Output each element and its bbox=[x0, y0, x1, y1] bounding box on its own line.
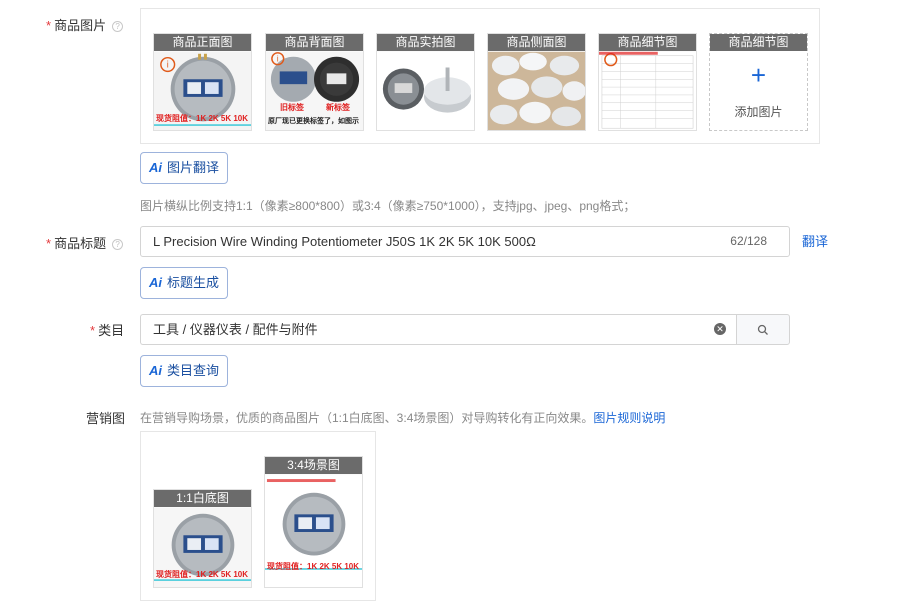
product-title-label: * 商品标题? bbox=[46, 233, 124, 252]
image-thumb-real[interactable]: 商品实拍图 bbox=[376, 33, 475, 131]
price-overlay: 现货阻值：1K 2K 5K 10K bbox=[156, 570, 249, 579]
image-thumb-back[interactable]: 商品背面图 i 旧标签 新标签 原厂现已更换标签了，如图示 bbox=[265, 33, 364, 131]
question-circle-icon[interactable]: ? bbox=[112, 21, 124, 32]
clear-icon[interactable]: ✕ bbox=[714, 323, 726, 335]
thumb-caption: 商品细节图 bbox=[710, 34, 807, 51]
plus-icon: + bbox=[750, 60, 767, 90]
required-mark: * bbox=[46, 236, 52, 251]
add-image-button[interactable]: 商品细节图 + 添加图片 bbox=[709, 33, 808, 131]
required-mark: * bbox=[90, 323, 96, 338]
image-thumb-side[interactable]: 商品侧面图 bbox=[487, 33, 586, 131]
image-rules-link[interactable]: 图片规则说明 bbox=[593, 411, 665, 425]
thumb-caption: 商品背面图 bbox=[266, 34, 363, 51]
product-photo-real bbox=[377, 51, 474, 130]
marketing-thumb-square[interactable]: 1:1白底图 现货阻值：1K 2K 5K 10K bbox=[153, 489, 252, 588]
question-circle-icon[interactable]: ? bbox=[112, 239, 124, 250]
category-label: * 类目 bbox=[90, 323, 125, 338]
category-search-button[interactable] bbox=[736, 314, 790, 345]
search-icon bbox=[757, 324, 768, 335]
marketing-image-panel: 1:1白底图 现货阻值：1K 2K 5K 10K 3:4场景图 现货阻值：1K … bbox=[140, 431, 376, 601]
add-image-label: 添加图片 bbox=[734, 105, 783, 119]
new-label-tag: 新标签 bbox=[326, 103, 350, 112]
marketing-image-label: 营销图 bbox=[86, 411, 126, 426]
thumb-caption: 商品正面图 bbox=[154, 34, 251, 51]
title-char-counter: 62/128 bbox=[730, 234, 767, 248]
price-overlay: 现货阻值：1K 2K 5K 10K bbox=[267, 562, 360, 571]
thumb-caption: 1:1白底图 bbox=[154, 490, 251, 507]
thumb-caption: 商品侧面图 bbox=[488, 34, 585, 51]
ai-icon: Ai bbox=[149, 363, 162, 378]
ai-icon: Ai bbox=[149, 160, 162, 175]
svg-text:i: i bbox=[166, 60, 168, 70]
notice-overlay: 原厂现已更换标签了，如图示 bbox=[268, 118, 359, 125]
image-thumb-detail[interactable]: 商品细节图 bbox=[598, 33, 697, 131]
product-images-label: * 商品图片? bbox=[46, 15, 124, 34]
svg-text:i: i bbox=[277, 55, 279, 64]
image-format-hint: 图片横纵比例支持1:1（像素≥800*800）或3:4（像素≥750*1000）… bbox=[140, 199, 636, 213]
product-photo-detail bbox=[599, 51, 696, 130]
marketing-hint: 在营销导购场景，优质的商品图片（1:1白底图、3:4场景图）对导购转化有正向效果… bbox=[140, 411, 666, 425]
thumb-caption: 商品细节图 bbox=[599, 34, 696, 51]
old-label-tag: 旧标签 bbox=[280, 103, 304, 112]
marketing-thumb-portrait[interactable]: 3:4场景图 现货阻值：1K 2K 5K 10K bbox=[264, 456, 363, 588]
required-mark: * bbox=[46, 18, 52, 33]
image-translate-button[interactable]: Ai 图片翻译 bbox=[140, 152, 229, 184]
image-thumb-front[interactable]: 商品正面图 i 现货阻值：1K 2K 5K 10K bbox=[153, 33, 252, 131]
product-image-panel: 商品正面图 i 现货阻值：1K 2K 5K 10K 商品背面图 i 旧标签 新标… bbox=[140, 8, 820, 144]
title-generate-button[interactable]: Ai 标题生成 bbox=[140, 267, 229, 299]
thumb-caption: 3:4场景图 bbox=[265, 457, 362, 474]
product-photo-side bbox=[488, 51, 585, 130]
category-query-button[interactable]: Ai 类目查询 bbox=[140, 355, 229, 387]
category-input[interactable]: 工具 / 仪器仪表 / 配件与附件 ✕ bbox=[140, 314, 737, 345]
price-overlay: 现货阻值：1K 2K 5K 10K bbox=[156, 114, 249, 123]
ai-icon: Ai bbox=[149, 275, 162, 290]
product-title-input[interactable]: L Precision Wire Winding Potentiometer J… bbox=[140, 226, 790, 257]
translate-link[interactable]: 翻译 bbox=[802, 231, 828, 250]
thumb-caption: 商品实拍图 bbox=[377, 34, 474, 51]
